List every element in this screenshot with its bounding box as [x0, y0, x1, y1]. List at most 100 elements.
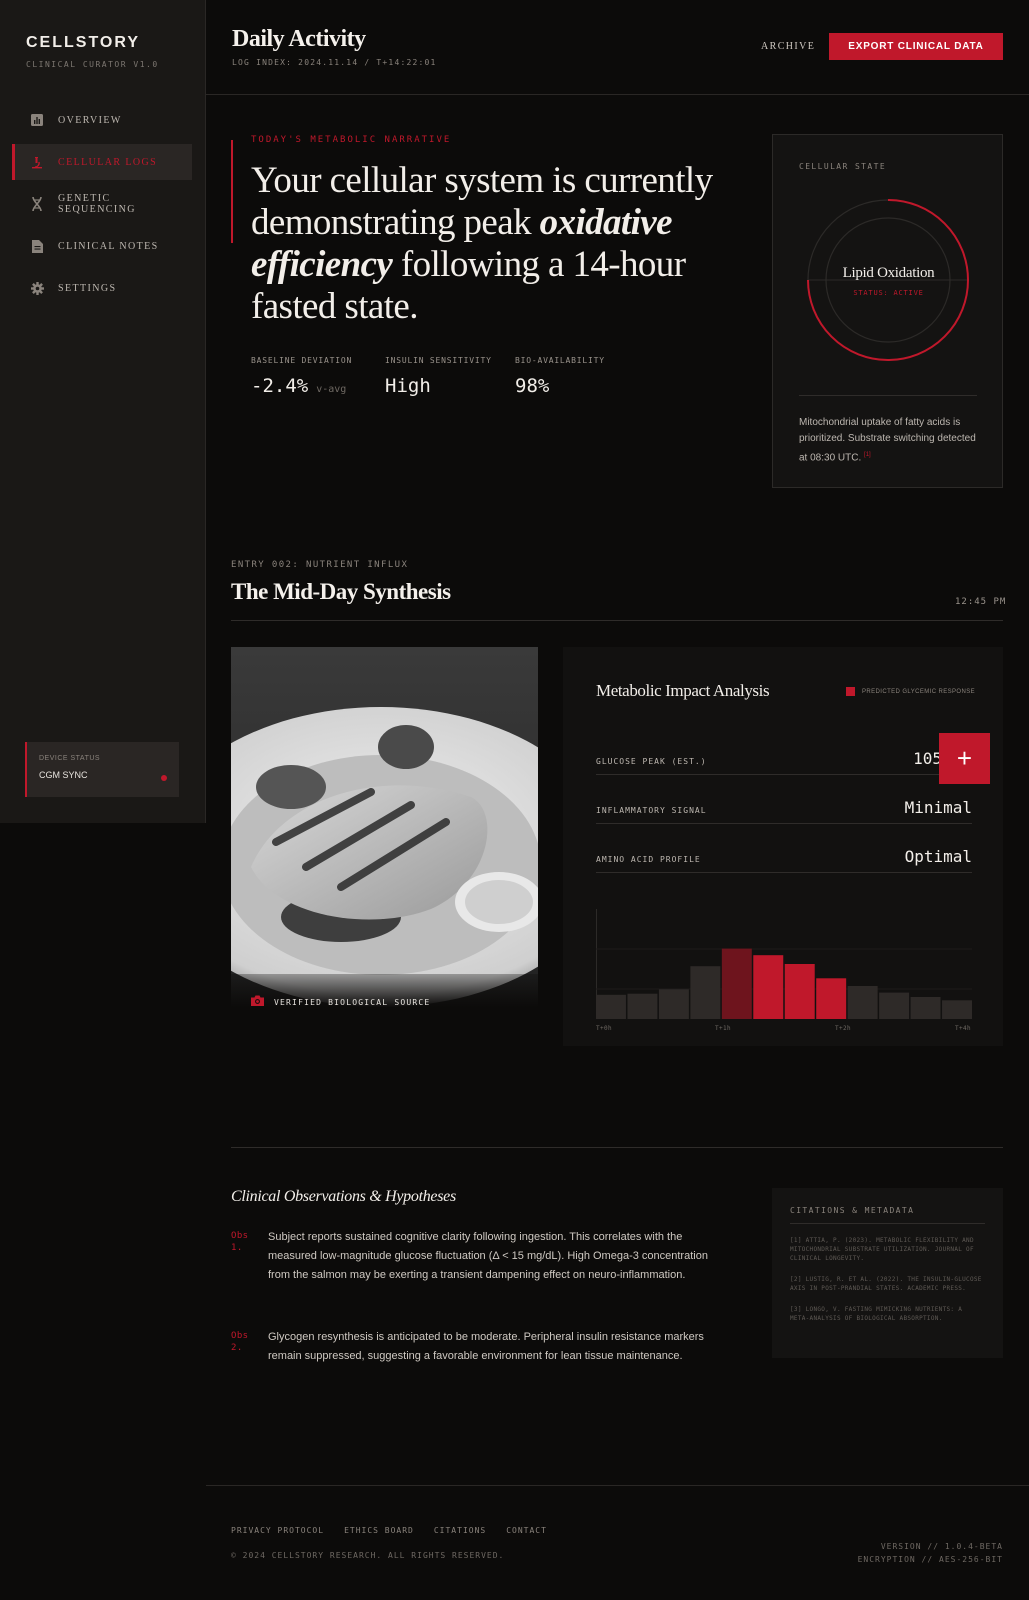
impact-row-value: Minimal: [904, 798, 972, 817]
chart-bar: [910, 997, 941, 1019]
state-description-text: Mitochondrial uptake of fatty acids is p…: [799, 417, 976, 464]
sidebar-item-label: CLINICAL NOTES: [58, 240, 159, 252]
narrative-emphasis: oxidative: [539, 202, 673, 243]
metric-number: -2.4%: [251, 375, 309, 397]
encryption-text: ENCRYPTION // AES-256-BIT: [857, 1555, 1003, 1564]
legend-swatch: [846, 687, 855, 696]
cellular-state-label: CELLULAR STATE: [799, 162, 887, 171]
entry-label: ENTRY 002: NUTRIENT INFLUX: [231, 560, 409, 570]
chart-bar: [596, 994, 626, 1019]
impact-row-label: INFLAMMATORY SIGNAL: [596, 806, 707, 815]
sidebar: CELLSTORY CLINICAL CURATOR V1.0 OVERVIEW…: [0, 0, 206, 823]
copyright: © 2024 CELLSTORY RESEARCH. ALL RIGHTS RE…: [231, 1551, 505, 1560]
salmon-plate-image: [231, 647, 538, 1030]
chart-bar: [658, 989, 689, 1019]
photo-caption-text: VERIFIED BIOLOGICAL SOURCE: [274, 997, 431, 1007]
microscope-icon: [30, 155, 44, 169]
add-entry-button[interactable]: +: [939, 733, 990, 784]
narrative-label: TODAY'S METABOLIC NARRATIVE: [251, 135, 452, 145]
footer-link-privacy[interactable]: PRIVACY PROTOCOL: [231, 1526, 324, 1535]
sidebar-item-label: GENETIC SEQUENCING: [57, 193, 136, 215]
entry-title: The Mid-Day Synthesis: [231, 579, 451, 604]
impact-row-glucose-peak: GLUCOSE PEAK (EST.) 105: [596, 733, 972, 775]
version-text: VERSION // 1.0.4-BETA: [880, 1542, 1003, 1551]
impact-row-amino-acid-profile: AMINO ACID PROFILE Optimal: [596, 831, 972, 873]
sidebar-item-overview[interactable]: OVERVIEW: [12, 102, 192, 138]
cellular-state-card: CELLULAR STATE Lipid Oxidation STATUS: A…: [772, 134, 1003, 488]
impact-row-label: AMINO ACID PROFILE: [596, 855, 701, 864]
version-info: VERSION // 1.0.4-BETA ENCRYPTION // AES-…: [858, 1540, 1003, 1566]
footer-links: PRIVACY PROTOCOL ETHICS BOARD CITATIONS …: [231, 1526, 567, 1535]
metabolic-impact-card: Metabolic Impact Analysis PREDICTED GLYC…: [563, 647, 1003, 1046]
citation-ref[interactable]: [1]: [864, 452, 871, 458]
photo-caption: VERIFIED BIOLOGICAL SOURCE: [231, 974, 538, 1030]
chart-bar: [942, 1000, 972, 1019]
chart-tick-label: T+4h: [955, 1025, 972, 1032]
citation-item[interactable]: [3] LONGO, V. FASTING MIMICKING NUTRIENT…: [790, 1305, 985, 1323]
sidebar-item-cellular-logs[interactable]: CELLULAR LOGS: [12, 144, 192, 180]
metric-suffix: v-avg: [316, 384, 347, 395]
metric-label: BASELINE DEVIATION: [251, 356, 353, 365]
sidebar-item-label: SETTINGS: [58, 282, 117, 294]
device-status-label: DEVICE STATUS: [39, 755, 101, 762]
citation-item[interactable]: [2] LUSTIG, R. ET AL. (2022). THE INSULI…: [790, 1275, 985, 1293]
observation-text: Glycogen resynthesis is anticipated to b…: [268, 1331, 704, 1362]
chart-tick-label: T+0h: [596, 1025, 613, 1032]
document-icon: [30, 239, 44, 253]
metabolic-impact-title: Metabolic Impact Analysis: [596, 681, 770, 700]
camera-icon: [251, 993, 264, 1011]
page-title: Daily Activity: [232, 26, 366, 52]
sidebar-item-label: CELLULAR LOGS: [58, 156, 158, 168]
impact-row-value: Optimal: [904, 847, 972, 866]
chart-bar: [627, 993, 658, 1019]
sidebar-item-settings[interactable]: SETTINGS: [12, 270, 192, 306]
state-description: Mitochondrial uptake of fatty acids is p…: [799, 415, 984, 466]
impact-row-inflammatory-signal: INFLAMMATORY SIGNAL Minimal: [596, 782, 972, 824]
observation-text: Subject reports sustained cognitive clar…: [268, 1231, 708, 1281]
page-footer: PRIVACY PROTOCOL ETHICS BOARD CITATIONS …: [206, 1485, 1029, 1600]
chart-bar: [753, 955, 784, 1019]
metric-bio-availability: BIO-AVAILABILITY 98%: [515, 356, 605, 397]
log-index: LOG INDEX: 2024.11.14 / T+14:22:01: [232, 58, 437, 67]
observation-number: Obs 1.: [231, 1231, 249, 1253]
metric-value: 98%: [515, 375, 550, 397]
state-status-badge: STATUS: ACTIVE: [853, 289, 924, 297]
citation-item[interactable]: [1] ATTIA, P. (2023). METABOLIC FLEXIBIL…: [790, 1236, 985, 1263]
page-header: Daily Activity LOG INDEX: 2024.11.14 / T…: [206, 0, 1029, 95]
chart-tick-label: T+2h: [835, 1025, 852, 1032]
sidebar-item-genetic-sequencing[interactable]: GENETIC SEQUENCING: [12, 186, 192, 222]
sidebar-item-clinical-notes[interactable]: CLINICAL NOTES: [12, 228, 192, 264]
narrative-text: Your cellular system is currently demons…: [251, 160, 721, 328]
footer-link-contact[interactable]: CONTACT: [506, 1526, 547, 1535]
export-clinical-data-button[interactable]: EXPORT CLINICAL DATA: [829, 33, 1003, 60]
metric-value: -2.4% v-avg: [251, 375, 352, 397]
metric-value: High: [385, 375, 431, 397]
sidebar-item-label: OVERVIEW: [58, 114, 122, 126]
footer-link-citations[interactable]: CITATIONS: [434, 1526, 486, 1535]
archive-link[interactable]: ARCHIVE: [761, 41, 815, 52]
sidebar-nav: OVERVIEW CELLULAR LOGS GENETIC SEQUENCIN…: [12, 102, 192, 312]
citations-label: CITATIONS & METADATA: [790, 1206, 985, 1224]
dna-icon: [30, 197, 44, 211]
narrative-emphasis: efficiency: [251, 244, 393, 285]
footer-link-ethics[interactable]: ETHICS BOARD: [344, 1526, 414, 1535]
chart-bar: [879, 992, 910, 1019]
brand-subtitle: CLINICAL CURATOR V1.0: [26, 60, 159, 69]
metric-label: BIO-AVAILABILITY: [515, 356, 605, 365]
divider: [231, 620, 1003, 621]
chart-icon: [30, 113, 44, 127]
gear-icon: [30, 281, 44, 295]
chart-bar: [721, 948, 752, 1019]
chart-bar: [690, 966, 721, 1019]
citations-card: CITATIONS & METADATA [1] ATTIA, P. (2023…: [772, 1188, 1003, 1358]
entry-time: 12:45 PM: [955, 597, 1007, 607]
impact-row-value: 105: [913, 749, 942, 768]
observations-title: Clinical Observations & Hypotheses: [231, 1188, 456, 1205]
chart-bar: [847, 986, 878, 1019]
observation-number: Obs 2.: [231, 1331, 249, 1353]
device-status-card[interactable]: DEVICE STATUS CGM SYNC: [25, 742, 179, 797]
glycemic-response-chart: [596, 909, 972, 1019]
brand-logo[interactable]: CELLSTORY: [26, 34, 140, 52]
chart-bar: [816, 978, 847, 1019]
divider: [231, 1147, 1003, 1148]
